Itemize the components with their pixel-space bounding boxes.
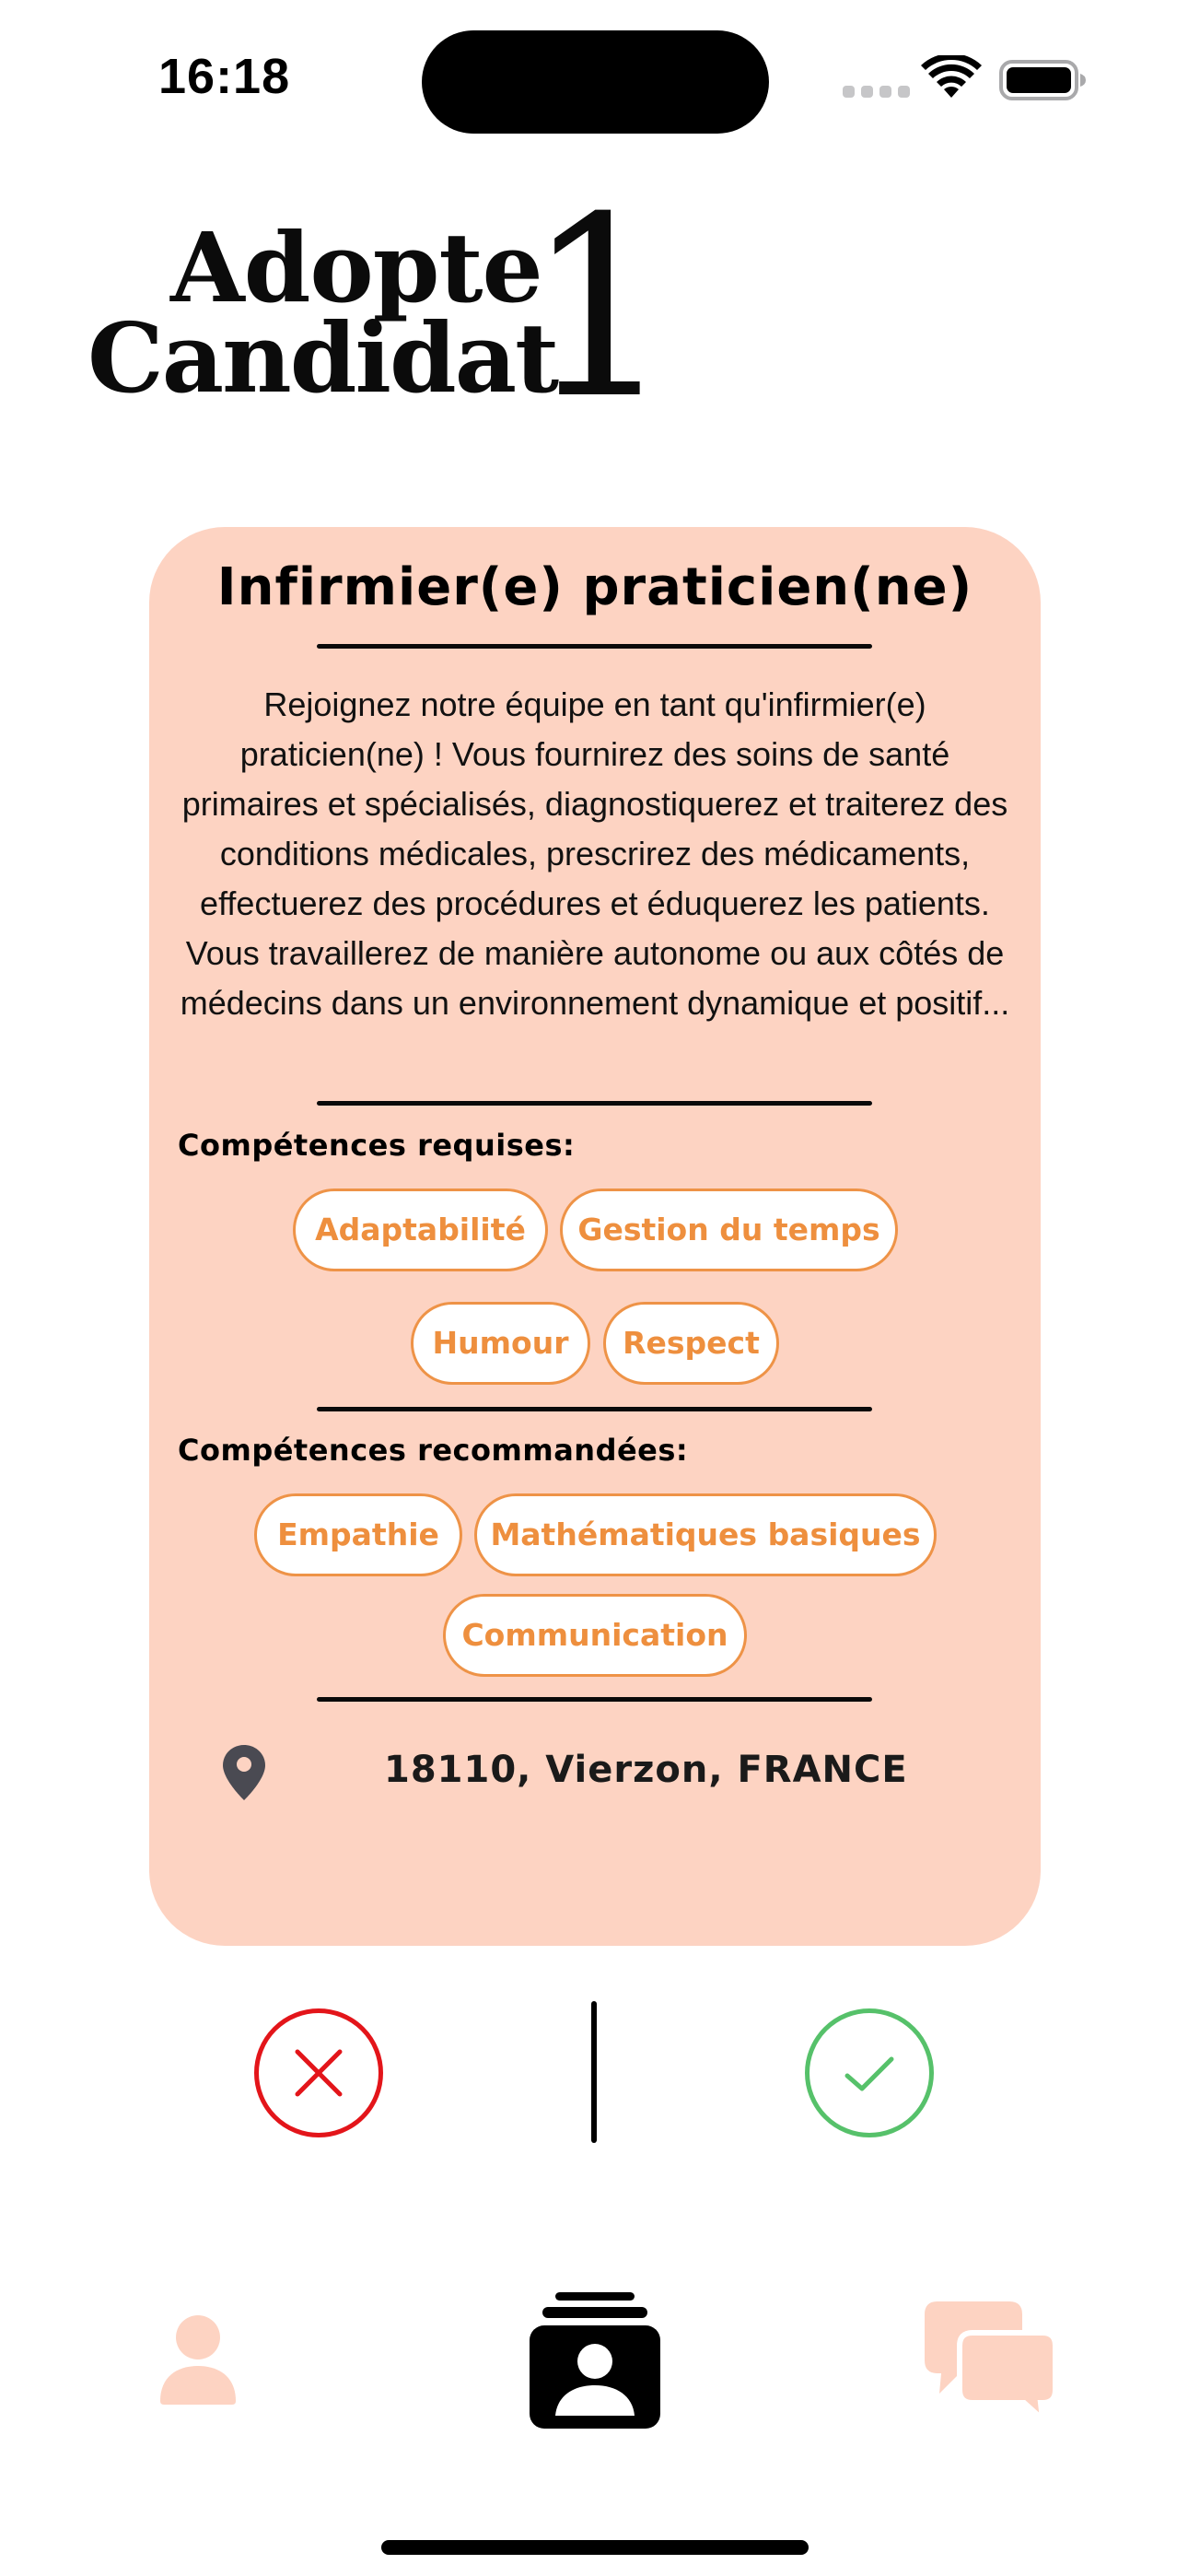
checkmark-icon bbox=[844, 2056, 894, 2091]
tab-candidates[interactable] bbox=[530, 2292, 660, 2429]
job-offer-card[interactable]: Infirmier(e) praticien(ne) Rejoignez not… bbox=[149, 527, 1041, 1946]
action-separator bbox=[591, 2001, 597, 2143]
app-logo: Adopte Candidat 1 bbox=[87, 163, 672, 453]
battery-icon bbox=[999, 60, 1086, 100]
status-time: 16:18 bbox=[158, 49, 291, 104]
divider bbox=[317, 1407, 872, 1411]
home-indicator bbox=[381, 2540, 809, 2555]
logo-word-candidat: Candidat bbox=[87, 301, 559, 415]
reject-button[interactable] bbox=[254, 2008, 383, 2137]
required-skill-chip: Adaptabilité bbox=[293, 1188, 548, 1271]
person-icon bbox=[160, 2315, 236, 2405]
recommended-skills-label: Compétences recommandées: bbox=[178, 1433, 689, 1468]
recommended-skill-chip: Empathie bbox=[254, 1493, 462, 1576]
required-skill-chip: Gestion du temps bbox=[560, 1188, 898, 1271]
tab-profile[interactable] bbox=[157, 2313, 239, 2405]
recommended-skill-chip: Communication bbox=[443, 1594, 747, 1677]
recommended-skill-chip: Mathématiques basiques bbox=[474, 1493, 937, 1576]
accept-button[interactable] bbox=[805, 2008, 934, 2137]
location-text: 18110, Vierzon, FRANCE bbox=[384, 1749, 908, 1791]
tab-messages[interactable] bbox=[925, 2301, 1058, 2427]
divider bbox=[317, 644, 872, 649]
divider bbox=[317, 1697, 872, 1702]
required-skill-chip: Humour bbox=[411, 1302, 590, 1385]
chat-bubbles-icon bbox=[925, 2301, 1058, 2427]
candidate-cards-icon bbox=[530, 2292, 660, 2429]
divider bbox=[317, 1101, 872, 1106]
job-description: Rejoignez notre équipe en tant qu'infirm… bbox=[180, 685, 1010, 1022]
wifi-icon bbox=[921, 55, 982, 98]
map-pin-icon bbox=[223, 1745, 265, 1800]
dynamic-island bbox=[422, 30, 769, 134]
required-skills-label: Compétences requises: bbox=[178, 1128, 576, 1163]
cellular-signal-icon bbox=[843, 86, 910, 98]
logo-digit: 1 bbox=[526, 163, 672, 453]
required-skill-chip: Respect bbox=[603, 1302, 779, 1385]
job-title: Infirmier(e) praticien(ne) bbox=[216, 557, 973, 617]
close-icon bbox=[295, 2049, 343, 2097]
